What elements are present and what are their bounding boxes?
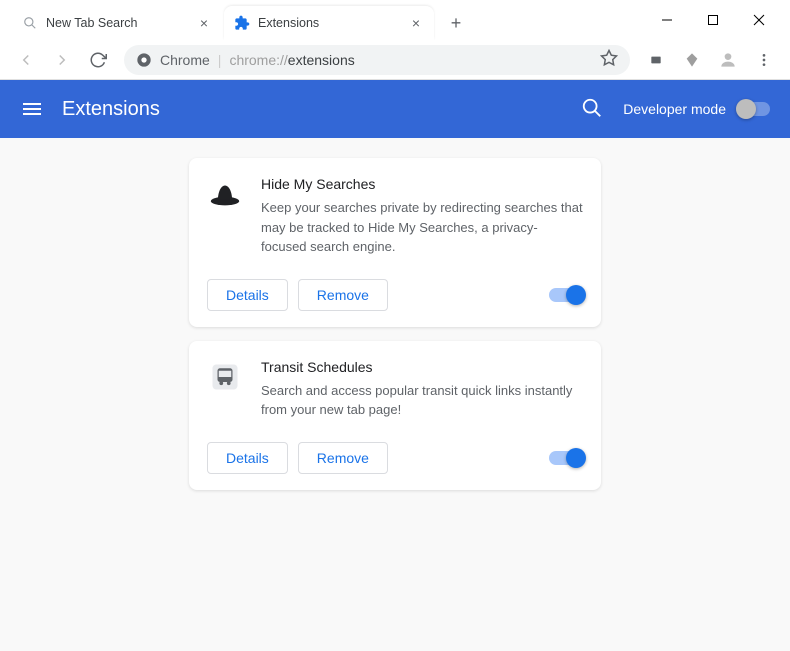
extension-description: Keep your searches private by redirectin… (261, 198, 583, 257)
tab-extensions[interactable]: Extensions × (224, 6, 434, 40)
search-icon[interactable] (581, 97, 605, 121)
enable-toggle[interactable] (549, 288, 583, 302)
tab-strip: New Tab Search × Extensions × + (0, 0, 644, 40)
back-button[interactable] (10, 44, 42, 76)
extension-card: Hide My Searches Keep your searches priv… (189, 158, 601, 327)
hamburger-menu-icon[interactable] (20, 97, 44, 121)
tab-title: New Tab Search (46, 16, 196, 30)
close-icon[interactable]: × (196, 15, 212, 31)
tab-new-tab-search[interactable]: New Tab Search × (12, 6, 222, 40)
tab-title: Extensions (258, 16, 408, 30)
extension-name: Hide My Searches (261, 176, 583, 192)
window-titlebar: New Tab Search × Extensions × + (0, 0, 790, 40)
bus-icon (207, 359, 243, 395)
extension-card: Transit Schedules Search and access popu… (189, 341, 601, 490)
hat-icon (207, 176, 243, 212)
extension-cards: Hide My Searches Keep your searches priv… (20, 158, 770, 490)
remove-button[interactable]: Remove (298, 279, 388, 311)
forward-button[interactable] (46, 44, 78, 76)
new-tab-button[interactable]: + (442, 9, 470, 37)
bookmark-star-icon[interactable] (600, 49, 618, 70)
search-icon (22, 15, 38, 31)
extension-toolbar-icon-2[interactable] (676, 44, 708, 76)
developer-mode-toggle[interactable] (736, 102, 770, 116)
developer-mode-label: Developer mode (623, 101, 726, 117)
menu-button[interactable] (748, 44, 780, 76)
reload-button[interactable] (82, 44, 114, 76)
details-button[interactable]: Details (207, 442, 288, 474)
url-text: chrome://extensions (229, 52, 354, 68)
details-button[interactable]: Details (207, 279, 288, 311)
extensions-content: Hide My Searches Keep your searches priv… (0, 138, 790, 651)
extensions-header: Extensions Developer mode (0, 80, 790, 138)
address-bar: Chrome | chrome://extensions (0, 40, 790, 80)
enable-toggle[interactable] (549, 451, 583, 465)
close-icon[interactable]: × (408, 15, 424, 31)
extension-toolbar-icon-1[interactable] (640, 44, 672, 76)
profile-avatar[interactable] (712, 44, 744, 76)
url-separator: | (218, 52, 222, 68)
extension-description: Search and access popular transit quick … (261, 381, 583, 420)
minimize-button[interactable] (644, 0, 690, 40)
url-box[interactable]: Chrome | chrome://extensions (124, 45, 630, 75)
chrome-icon (136, 52, 152, 68)
extension-name: Transit Schedules (261, 359, 583, 375)
window-controls (644, 0, 790, 40)
remove-button[interactable]: Remove (298, 442, 388, 474)
close-button[interactable] (736, 0, 782, 40)
maximize-button[interactable] (690, 0, 736, 40)
page-title: Extensions (62, 98, 581, 121)
extension-icon (234, 15, 250, 31)
url-chip: Chrome (160, 52, 210, 68)
